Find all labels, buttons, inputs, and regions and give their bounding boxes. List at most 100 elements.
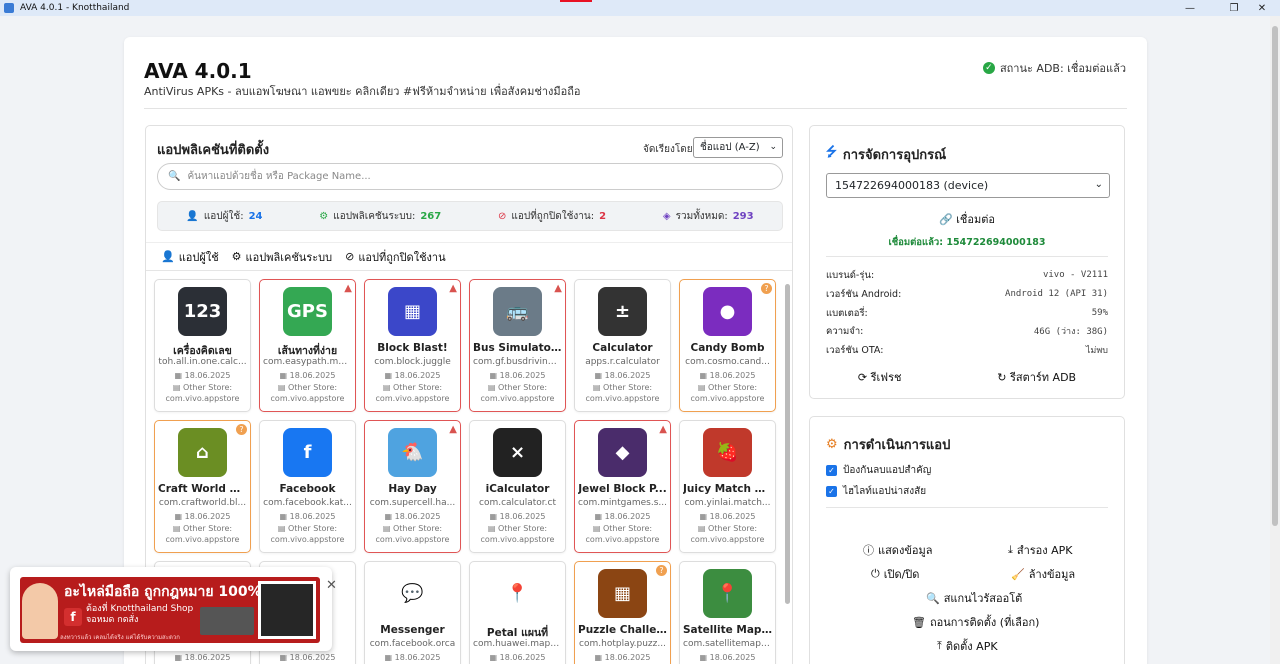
stat-total: ◈ รวมทั้งหมด: 293	[662, 210, 754, 222]
device-select[interactable]: 154722694000183 (device) ⌄	[826, 173, 1110, 198]
titlebar-accent	[560, 0, 592, 2]
sort-select[interactable]: ชื่อแอป (A-Z) ⌄	[693, 137, 783, 158]
ban-icon: ⊘	[345, 250, 355, 263]
install-apk-button[interactable]: ⤒ ติดตั้ง APK	[937, 637, 998, 655]
warning-icon: ▲	[344, 283, 352, 294]
search-icon: 🔍	[168, 171, 181, 182]
app-card[interactable]: 📍 Satellite Map ... com.satellitemap.... ▦ …	[679, 561, 776, 664]
app-card[interactable]: ⌂? Craft World Bl... com.craftworld.bl... ▦…	[154, 420, 251, 553]
store-icon: ▤	[382, 383, 391, 392]
ad-small-text: ลงทวารแล้ว เคลมได้จริง แค่ได้รับความสะดว…	[60, 634, 180, 641]
uninstall-button[interactable]: 🗑 ถอนการติดตั้ง (ที่เลือก)	[912, 613, 1039, 631]
power-icon: ⏻	[871, 567, 880, 580]
app-card[interactable]: 📍 Petal แผนที่ com.huawei.maps... ▦ 18.06.2…	[469, 561, 566, 664]
qr-code	[258, 581, 316, 639]
app-card[interactable]: ▦ ▲ Block Blast! com.block.juggle ▦ 18.06.20…	[364, 279, 461, 412]
connect-button[interactable]: 🔗 เชื่อมต่อ	[810, 210, 1124, 228]
app-card[interactable]: 🐔 ▲ Hay Day com.supercell.ha... ▦ 18.06.2025…	[364, 420, 461, 553]
link-icon: 🔗	[938, 213, 953, 226]
gears-icon: ⚙	[826, 437, 838, 452]
highlight-checkbox[interactable]: ✓ ไฮไลท์แอปน่าสงสัย	[826, 484, 926, 499]
store-label: ▤ Other Store:	[697, 383, 758, 392]
app-card[interactable]: × iCalculator com.calculator.ct ▦ 18.06.202…	[469, 420, 566, 553]
app-card[interactable]: 🚌 ▲ Bus Simulator ... com.gf.busdrivingg...…	[469, 279, 566, 412]
app-card[interactable]: ◆ ▲ Jewel Block P... com.mintgames.s... ▦ 18…	[574, 420, 671, 553]
store-label: ▤ Other Store:	[592, 383, 653, 392]
app-date: ▦ 18.06.2025	[699, 371, 756, 380]
tab-user-apps[interactable]: 👤 แอปผู้ใช้	[161, 248, 219, 266]
tab-system-apps[interactable]: ⚙ แอปพลิเคชันระบบ	[232, 248, 332, 266]
ad-image[interactable]: อะไหล่มือถือ ถูกกฎหมาย 100% f ต้องที่ Kn…	[20, 577, 320, 643]
cubes-icon: ◈	[662, 210, 671, 222]
app-icon	[4, 3, 14, 13]
restart-adb-button[interactable]: ↻ รีสตาร์ท ADB	[997, 368, 1076, 386]
ad-close-button[interactable]: ✕	[326, 578, 337, 593]
search-icon: 🔍	[926, 591, 940, 605]
info-row: ความจำ: 46G (ว่าง: 38G)	[826, 325, 1108, 338]
app-icon: 📍	[703, 569, 752, 618]
actions-divider	[826, 507, 1108, 508]
backup-apk-button[interactable]: ⤓ สำรอง APK	[1008, 541, 1073, 559]
ad-banner[interactable]: อะไหล่มือถือ ถูกกฎหมาย 100% f ต้องที่ Kn…	[10, 567, 337, 651]
store-label: ▤ Other Store:	[277, 524, 338, 533]
app-name: Jewel Block P...	[578, 483, 667, 495]
stat-user: 👤 แอปผู้ใช้: 24	[186, 210, 263, 222]
checkbox-checked-icon: ✓	[826, 486, 837, 497]
app-package: com.cosmo.cand...	[685, 357, 770, 367]
device-title: ⭍ การจัดการอุปกรณ์	[826, 143, 946, 165]
close-button[interactable]: ✕	[1244, 0, 1280, 16]
adb-status-text: สถานะ ADB: เชื่อมต่อแล้ว	[999, 62, 1126, 75]
scan-virus-button[interactable]: 🔍 สแกนไวรัสออโต้	[926, 589, 1022, 607]
app-name: Juicy Match G...	[683, 483, 772, 495]
minimize-button[interactable]: —	[1172, 0, 1208, 16]
protect-checkbox[interactable]: ✓ ป้องกันลบแอปสำคัญ	[826, 463, 931, 478]
app-package: com.gf.busdrivingg...	[473, 357, 562, 367]
app-card[interactable]: 123 เครื่องคิดเลข toh.all.in.one.calc... ▦ …	[154, 279, 251, 412]
app-card[interactable]: 💬 Messenger com.facebook.orca ▦ 18.06.2025	[364, 561, 461, 664]
store-name: com.vivo.appstore	[270, 394, 345, 403]
store-icon: ▤	[487, 524, 496, 533]
app-package: apps.r.calculator	[585, 357, 660, 367]
refresh-button[interactable]: ⟳ รีเฟรช	[858, 368, 902, 386]
checkbox-checked-icon: ✓	[826, 465, 837, 476]
app-icon: ⌂	[178, 428, 227, 477]
store-label: ▤ Other Store:	[487, 524, 548, 533]
info-row: แบรนด์-รุ่น: vivo - V2111	[826, 269, 1108, 281]
question-icon: ?	[761, 283, 772, 294]
ban-icon: ⊘	[498, 210, 507, 222]
window-scroll-thumb[interactable]	[1272, 26, 1278, 526]
calendar-icon: ▦	[384, 371, 393, 380]
ad-person-image	[22, 583, 58, 639]
app-card[interactable]: ± Calculator apps.r.calculator ▦ 18.06.2025…	[574, 279, 671, 412]
window-title: AVA 4.0.1 - Knotthailand	[20, 3, 130, 13]
app-package: com.hotplay.puzz...	[579, 639, 666, 649]
calendar-icon: ▦	[174, 371, 183, 380]
store-name: com.vivo.appstore	[165, 394, 240, 403]
app-package: com.easypath.ma...	[263, 357, 352, 367]
clear-data-button[interactable]: 🧹 ล้างข้อมูล	[1011, 565, 1075, 583]
calendar-icon: ▦	[699, 653, 708, 662]
window-titlebar: AVA 4.0.1 - Knotthailand — ❐ ✕	[0, 0, 1280, 16]
app-card[interactable]: 🍓 Juicy Match G... com.yinlai.match... ▦ 18…	[679, 420, 776, 553]
window-scrollbar[interactable]	[1270, 16, 1280, 664]
device-panel: ⭍ การจัดการอุปกรณ์ 154722694000183 (devic…	[809, 125, 1125, 399]
app-package: com.craftworld.bl...	[158, 498, 247, 508]
search-placeholder: ค้นหาแอปด้วยชื่อ หรือ Package Name...	[187, 171, 371, 182]
toggle-button[interactable]: ⏻ เปิด/ปิด	[871, 565, 919, 583]
app-date: ▦ 18.06.2025	[279, 653, 336, 662]
app-icon: 📍	[493, 569, 542, 618]
app-date: ▦ 18.06.2025	[699, 512, 756, 521]
stats-bar: 👤 แอปผู้ใช้: 24 ⚙ แอปพลิเคชันระบบ: 267 ⊘ แอปท…	[157, 201, 783, 231]
apps-scrollbar[interactable]	[783, 276, 791, 664]
app-card[interactable]: ●? Candy Bomb com.cosmo.cand... ▦ 18.06.202…	[679, 279, 776, 412]
facebook-icon: f	[64, 608, 82, 626]
app-card[interactable]: ▦? Puzzle Challen... com.hotplay.puzz... ▦ …	[574, 561, 671, 664]
search-input[interactable]: 🔍 ค้นหาแอปด้วยชื่อ หรือ Package Name...	[157, 163, 783, 190]
scroll-thumb[interactable]	[785, 284, 790, 604]
app-card[interactable]: f Facebook com.facebook.kat... ▦ 18.06.2025…	[259, 420, 356, 553]
app-card[interactable]: GPS ▲ เส้นทางที่ง่าย com.easypath.ma... ▦ 18…	[259, 279, 356, 412]
app-date: ▦ 18.06.2025	[489, 653, 546, 662]
store-icon: ▤	[277, 383, 286, 392]
show-info-button[interactable]: ⓘ แสดงข้อมูล	[863, 541, 932, 559]
tab-disabled-apps[interactable]: ⊘ แอปที่ถูกปิดใช้งาน	[345, 248, 446, 266]
